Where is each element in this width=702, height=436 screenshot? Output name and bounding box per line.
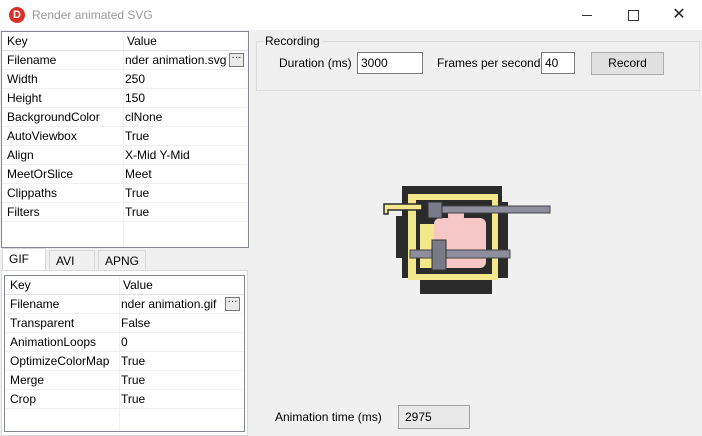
maximize-button[interactable] (610, 0, 656, 30)
animation-time-value: 2975 (398, 405, 470, 429)
property-key: BackgroundColor (7, 110, 100, 124)
property-row[interactable]: AutoViewbox True (2, 127, 248, 146)
header-value: Value (123, 278, 153, 292)
property-value[interactable]: nder animation.gif (121, 295, 222, 313)
property-value[interactable]: X-Mid Y-Mid (125, 146, 244, 164)
property-key: Crop (10, 392, 37, 406)
property-value[interactable]: 150 (125, 89, 244, 107)
browse-file-button[interactable]: ··· (229, 53, 244, 67)
property-key: Filename (7, 53, 57, 67)
duration-label: Duration (ms) (279, 56, 352, 70)
header-key: Key (7, 34, 28, 48)
fps-label: Frames per second (437, 56, 541, 70)
property-key: Merge (10, 373, 45, 387)
property-key: Width (7, 72, 38, 86)
close-icon: ✕ (672, 6, 686, 23)
maximize-icon (627, 9, 639, 21)
fps-input[interactable]: 40 (541, 52, 575, 74)
window-title: Render animated SVG (32, 8, 153, 22)
property-row[interactable]: BackgroundColor clNone (2, 108, 248, 127)
close-button[interactable]: ✕ (656, 0, 702, 30)
property-key: AutoViewbox (7, 129, 77, 143)
recording-group-label: Recording (263, 34, 322, 48)
property-key: Height (7, 91, 42, 105)
property-value[interactable]: True (125, 203, 244, 221)
svg-properties-grid[interactable]: Key Value Filename nder animation.svg ··· Wid… (1, 31, 249, 248)
tab-gif[interactable]: GIF (2, 248, 46, 271)
tab-avi[interactable]: AVI (49, 250, 95, 271)
property-key: Filters (7, 205, 40, 219)
property-row[interactable]: Merge True (5, 371, 244, 390)
tab-apng[interactable]: APNG (98, 250, 146, 271)
browse-file-button[interactable]: ··· (225, 297, 240, 311)
property-value[interactable]: True (121, 390, 240, 408)
property-row[interactable]: AnimationLoops 0 (5, 333, 244, 352)
property-row[interactable]: Width 250 (2, 70, 248, 89)
property-key: Filename (10, 297, 60, 311)
property-row[interactable]: Crop True (5, 390, 244, 409)
property-value[interactable]: False (121, 314, 240, 332)
header-key: Key (10, 278, 31, 292)
svg-preview-canvas (383, 186, 551, 294)
engine-illustration (383, 186, 551, 294)
property-key: Align (7, 148, 34, 162)
property-value[interactable]: True (125, 127, 244, 145)
gif-properties-grid[interactable]: Key Value Filename nder animation.gif ··· Tra… (4, 275, 245, 432)
property-key: Transparent (10, 316, 75, 330)
property-value[interactable]: Meet (125, 165, 244, 183)
duration-input[interactable]: 3000 (357, 52, 423, 74)
property-row[interactable]: MeetOrSlice Meet (2, 165, 248, 184)
property-value[interactable]: nder animation.svg (125, 51, 226, 69)
property-key: OptimizeColorMap (10, 354, 110, 368)
property-row[interactable]: Height 150 (2, 89, 248, 108)
property-row[interactable]: Transparent False (5, 314, 244, 333)
grid-header-row: Key Value (2, 32, 248, 51)
animation-time-label: Animation time (ms) (275, 410, 382, 424)
title-bar: D Render animated SVG ✕ (0, 0, 702, 30)
property-value[interactable]: clNone (125, 108, 244, 126)
minimize-icon (582, 14, 592, 16)
property-key: AnimationLoops (10, 335, 97, 349)
property-row[interactable]: OptimizeColorMap True (5, 352, 244, 371)
record-button[interactable]: Record (591, 52, 664, 75)
grid-header-row: Key Value (5, 276, 244, 295)
property-row[interactable]: Clippaths True (2, 184, 248, 203)
property-key: MeetOrSlice (7, 167, 74, 181)
property-value[interactable]: True (121, 371, 240, 389)
property-row[interactable]: Filename nder animation.svg ··· (2, 51, 248, 70)
property-row[interactable]: Filters True (2, 203, 248, 222)
property-value[interactable]: 250 (125, 70, 244, 88)
minimize-button[interactable] (564, 0, 610, 30)
property-value[interactable]: True (121, 352, 240, 370)
property-value[interactable]: True (125, 184, 244, 202)
header-value: Value (127, 34, 157, 48)
property-value[interactable]: 0 (121, 333, 240, 351)
property-row[interactable]: Align X-Mid Y-Mid (2, 146, 248, 165)
property-row[interactable]: Filename nder animation.gif ··· (5, 295, 244, 314)
property-key: Clippaths (7, 186, 58, 200)
app-logo-icon: D (9, 7, 25, 23)
